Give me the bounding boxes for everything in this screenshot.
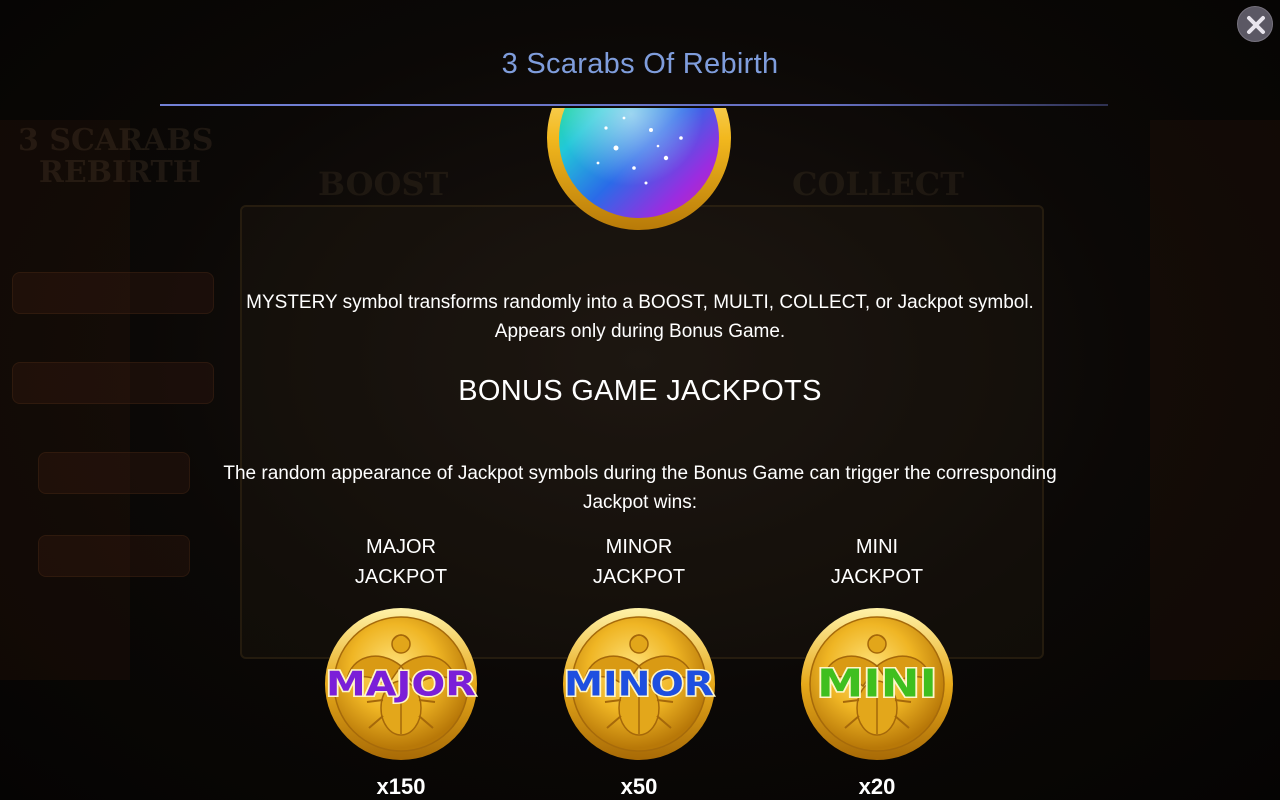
dialog-title: 3 Scarabs Of Rebirth: [501, 48, 779, 80]
jackpot-label: MINOR: [605, 536, 673, 558]
bonus-jackpots-heading: BONUS GAME JACKPOTS: [458, 375, 822, 407]
close-button[interactable]: [1237, 6, 1273, 42]
background-boost-label: BOOST: [318, 165, 449, 203]
mini-jackpot: MINI JACKPOT MINI x20: [767, 532, 987, 799]
background-game-logo: 3 SCARABS REBIRTH: [18, 123, 214, 190]
jackpot-multiplier: x150: [376, 774, 426, 799]
major-jackpot: MAJOR JACKPOT MAJOR x150: [291, 532, 511, 799]
jackpot-label: JACKPOT: [592, 566, 686, 588]
paytable-screen: 3 SCARABS REBIRTH BOOST COLLECT 3 Scarab…: [0, 0, 1280, 800]
close-icon: [1247, 16, 1265, 34]
mystery-orb-icon: [546, 108, 732, 232]
background-jackpot-panel: [38, 535, 190, 577]
jackpot-multiplier: x50: [620, 774, 658, 799]
bonus-description: The random appearance of Jackpot symbols…: [223, 463, 1057, 484]
bonus-description-cont: Jackpot wins:: [582, 492, 698, 513]
mystery-description: MYSTERY symbol transforms randomly into …: [246, 292, 1034, 313]
jackpot-label: MINI: [855, 536, 899, 558]
jackpot-label: JACKPOT: [354, 566, 448, 588]
minor-coin-icon: MINOR: [563, 608, 716, 760]
coin-label: MAJOR: [326, 665, 476, 705]
jackpot-label: JACKPOT: [830, 566, 924, 588]
jackpot-multiplier: x20: [858, 774, 896, 799]
background-collect-label: COLLECT: [792, 165, 965, 203]
title-divider: [160, 104, 1108, 106]
mystery-note: Appears only during Bonus Game.: [494, 321, 786, 342]
major-coin-icon: MAJOR: [325, 608, 478, 760]
jackpot-label: MAJOR: [366, 536, 436, 558]
coin-label: MINOR: [564, 665, 714, 705]
coin-label: MINI: [817, 662, 937, 706]
minor-jackpot: MINOR JACKPOT MINOR x50: [529, 532, 749, 799]
mini-coin-icon: MINI: [801, 608, 953, 760]
